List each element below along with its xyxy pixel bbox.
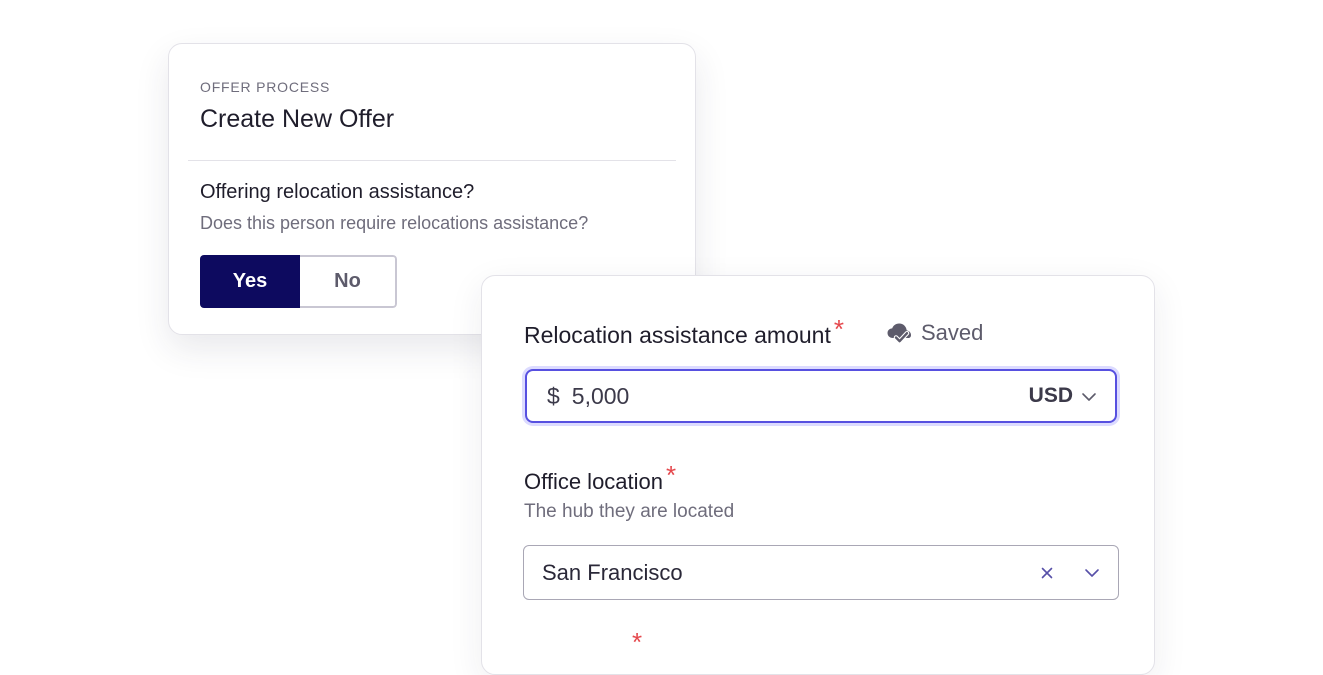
saved-status: Saved: [886, 320, 983, 346]
chevron-down-icon[interactable]: [1082, 560, 1102, 586]
create-offer-title: Create New Offer: [200, 105, 395, 133]
required-asterisk: *: [833, 314, 844, 344]
clear-selection-icon[interactable]: [1034, 560, 1060, 586]
currency-select[interactable]: USD: [1029, 384, 1097, 408]
relocation-amount-label-text: Relocation assistance amount: [524, 322, 831, 348]
office-location-value: San Francisco: [542, 559, 683, 585]
relocation-details-card: Relocation assistance amount * Saved $ 5,…: [481, 275, 1155, 675]
card-divider: [188, 160, 676, 161]
relocation-question-help: Does this person require relocations ass…: [200, 213, 589, 233]
next-field-label: *: [524, 627, 642, 663]
currency-code: USD: [1028, 384, 1073, 407]
offer-process-eyebrow: OFFER PROCESS: [200, 79, 331, 95]
office-location-select[interactable]: San Francisco: [523, 545, 1119, 600]
required-asterisk: *: [632, 627, 643, 657]
office-location-label: Office location *: [524, 460, 676, 496]
relocation-question-title: Offering relocation assistance?: [200, 181, 475, 203]
relocation-amount-input[interactable]: $ 5,000 USD: [525, 369, 1117, 423]
cloud-check-icon: [886, 321, 914, 345]
saved-label: Saved: [921, 320, 984, 345]
currency-symbol: $: [547, 382, 560, 409]
amount-value[interactable]: 5,000: [572, 383, 1029, 410]
chevron-down-icon: [1081, 384, 1097, 408]
relocation-toggle: Yes No: [200, 255, 397, 308]
office-location-label-text: Office location: [524, 469, 664, 494]
required-asterisk: *: [666, 460, 677, 490]
relocation-amount-label: Relocation assistance amount *: [524, 314, 844, 350]
yes-button[interactable]: Yes: [200, 255, 300, 308]
no-button[interactable]: No: [300, 255, 397, 308]
office-location-help: The hub they are located: [524, 501, 735, 522]
